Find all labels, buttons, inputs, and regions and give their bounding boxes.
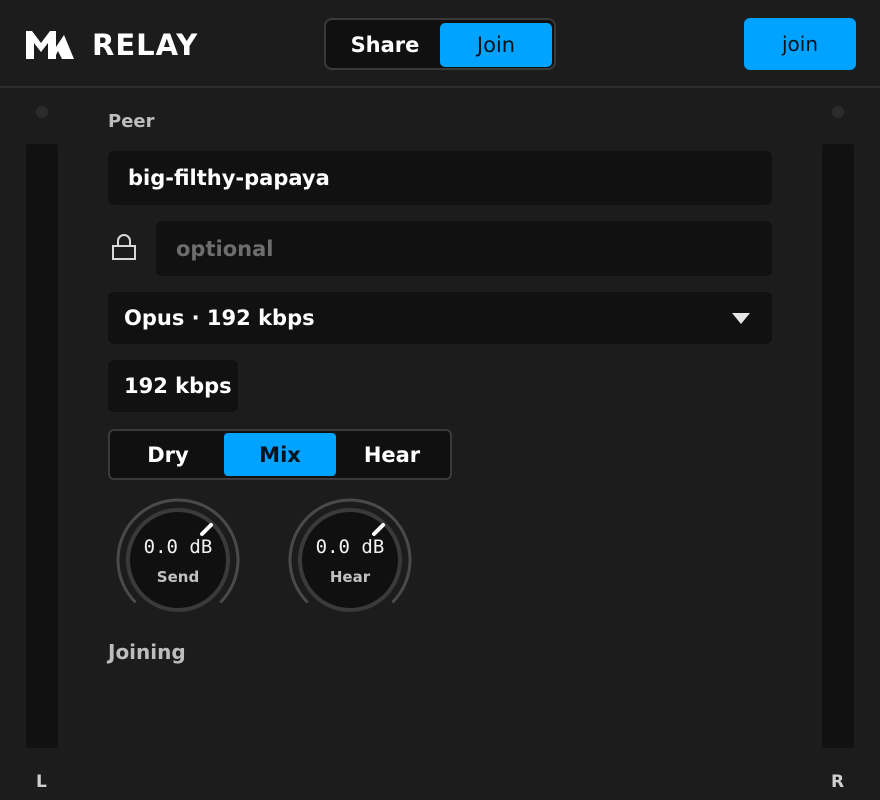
- hear-gain-label: Hear: [329, 568, 371, 586]
- mode-hear[interactable]: Hear: [336, 433, 448, 476]
- hear-gain-knob[interactable]: 0.0 dB Hear: [288, 498, 412, 622]
- tab-join[interactable]: Join: [440, 23, 552, 67]
- tab-share[interactable]: Share: [329, 23, 441, 67]
- right-level-meter: [822, 144, 854, 748]
- send-gain-value: 0.0 dB: [143, 536, 213, 558]
- knob-dial-icon: [288, 498, 412, 612]
- peer-name-input[interactable]: big-filthy-papaya: [108, 151, 772, 205]
- caret-down-icon: [732, 313, 750, 324]
- join-button[interactable]: join: [744, 18, 856, 70]
- knob-dial-icon: [116, 498, 240, 612]
- right-clip-indicator: [832, 106, 844, 118]
- share-join-toggle: Share Join: [324, 18, 556, 70]
- connection-status: Joining: [108, 640, 186, 664]
- right-meter-label: R: [831, 772, 845, 792]
- lock-icon: [112, 234, 136, 260]
- password-placeholder: optional: [176, 236, 274, 261]
- hear-gain-value: 0.0 dB: [315, 536, 385, 558]
- mode-dry[interactable]: Dry: [112, 433, 224, 476]
- app-title: RELAY: [92, 28, 199, 62]
- left-clip-indicator: [36, 106, 48, 118]
- peer-label: Peer: [108, 111, 155, 132]
- left-level-meter: [26, 144, 58, 748]
- password-input[interactable]: optional: [156, 221, 772, 276]
- relay-logo-icon: [26, 31, 74, 59]
- codec-selected-value: Opus · 192 kbps: [124, 306, 315, 330]
- send-gain-label: Send: [156, 568, 200, 586]
- header-bar: RELAY Share Join join: [0, 0, 880, 88]
- left-meter-label: L: [36, 772, 47, 792]
- codec-select[interactable]: Opus · 192 kbps: [108, 292, 772, 344]
- monitor-mode-toggle: Dry Mix Hear: [108, 429, 452, 480]
- mode-mix[interactable]: Mix: [224, 433, 336, 476]
- bitrate-display[interactable]: 192 kbps: [108, 360, 238, 412]
- send-gain-knob[interactable]: 0.0 dB Send: [116, 498, 240, 622]
